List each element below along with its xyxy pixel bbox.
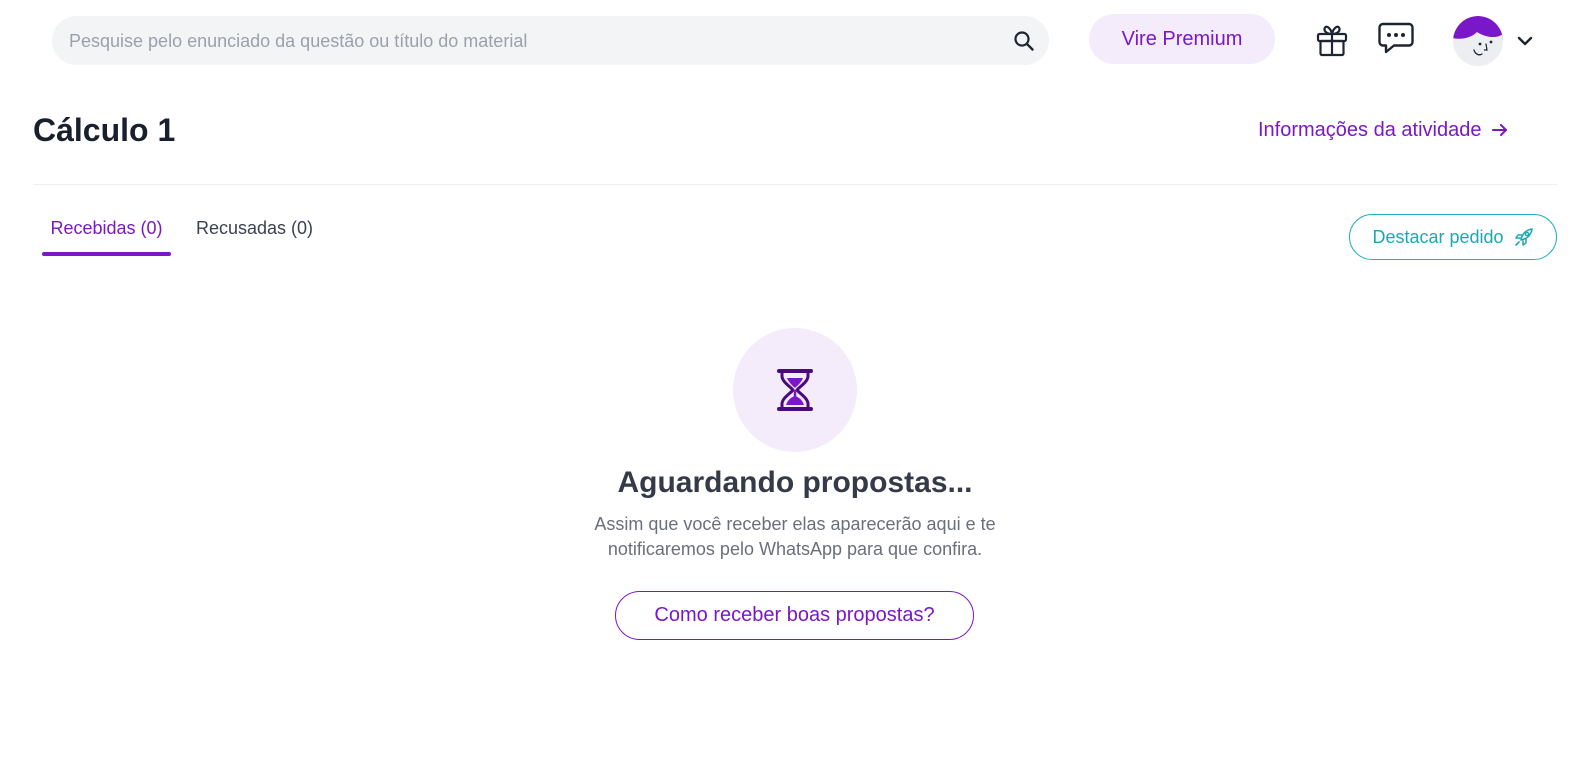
page-title: Cálculo 1 bbox=[33, 112, 176, 148]
activity-info-link[interactable]: Informações da atividade bbox=[1258, 116, 1509, 144]
arrow-right-icon bbox=[1492, 124, 1508, 136]
highlight-request-button[interactable]: Destacar pedido bbox=[1349, 214, 1557, 260]
empty-state-description: Assim que você receber elas aparecerão a… bbox=[580, 512, 1010, 562]
empty-state-description-line2: notificaremos pelo WhatsApp para que con… bbox=[607, 539, 983, 559]
gift-icon[interactable] bbox=[1312, 20, 1352, 60]
search-icon[interactable] bbox=[1013, 30, 1035, 52]
empty-state-badge bbox=[733, 328, 857, 452]
tab-label: Recusadas (0) bbox=[196, 218, 314, 238]
premium-button[interactable]: Vire Premium bbox=[1089, 14, 1275, 64]
top-header: Vire Premium bbox=[0, 0, 1584, 82]
highlight-request-label: Destacar pedido bbox=[1372, 226, 1504, 247]
rocket-icon bbox=[1514, 228, 1533, 246]
empty-state-description-line1: Assim que você receber elas aparecerão a… bbox=[594, 514, 996, 534]
divider bbox=[33, 184, 1557, 185]
chat-icon[interactable] bbox=[1376, 18, 1416, 58]
tab-label: Recebidas (0) bbox=[50, 218, 163, 238]
activity-info-label: Informações da atividade bbox=[1258, 118, 1482, 141]
active-tab-indicator bbox=[42, 252, 171, 256]
hourglass-icon bbox=[777, 369, 813, 411]
tab-recebidas[interactable]: Recebidas (0) bbox=[42, 218, 171, 256]
how-to-get-proposals-button[interactable]: Como receber boas propostas? bbox=[615, 591, 974, 640]
search-input[interactable] bbox=[67, 16, 1001, 67]
chevron-down-icon[interactable] bbox=[1514, 30, 1536, 52]
search-bar[interactable] bbox=[52, 16, 1049, 67]
avatar[interactable] bbox=[1453, 16, 1503, 66]
tab-recusadas[interactable]: Recusadas (0) bbox=[196, 218, 313, 256]
empty-state-title: Aguardando propostas... bbox=[617, 466, 973, 499]
